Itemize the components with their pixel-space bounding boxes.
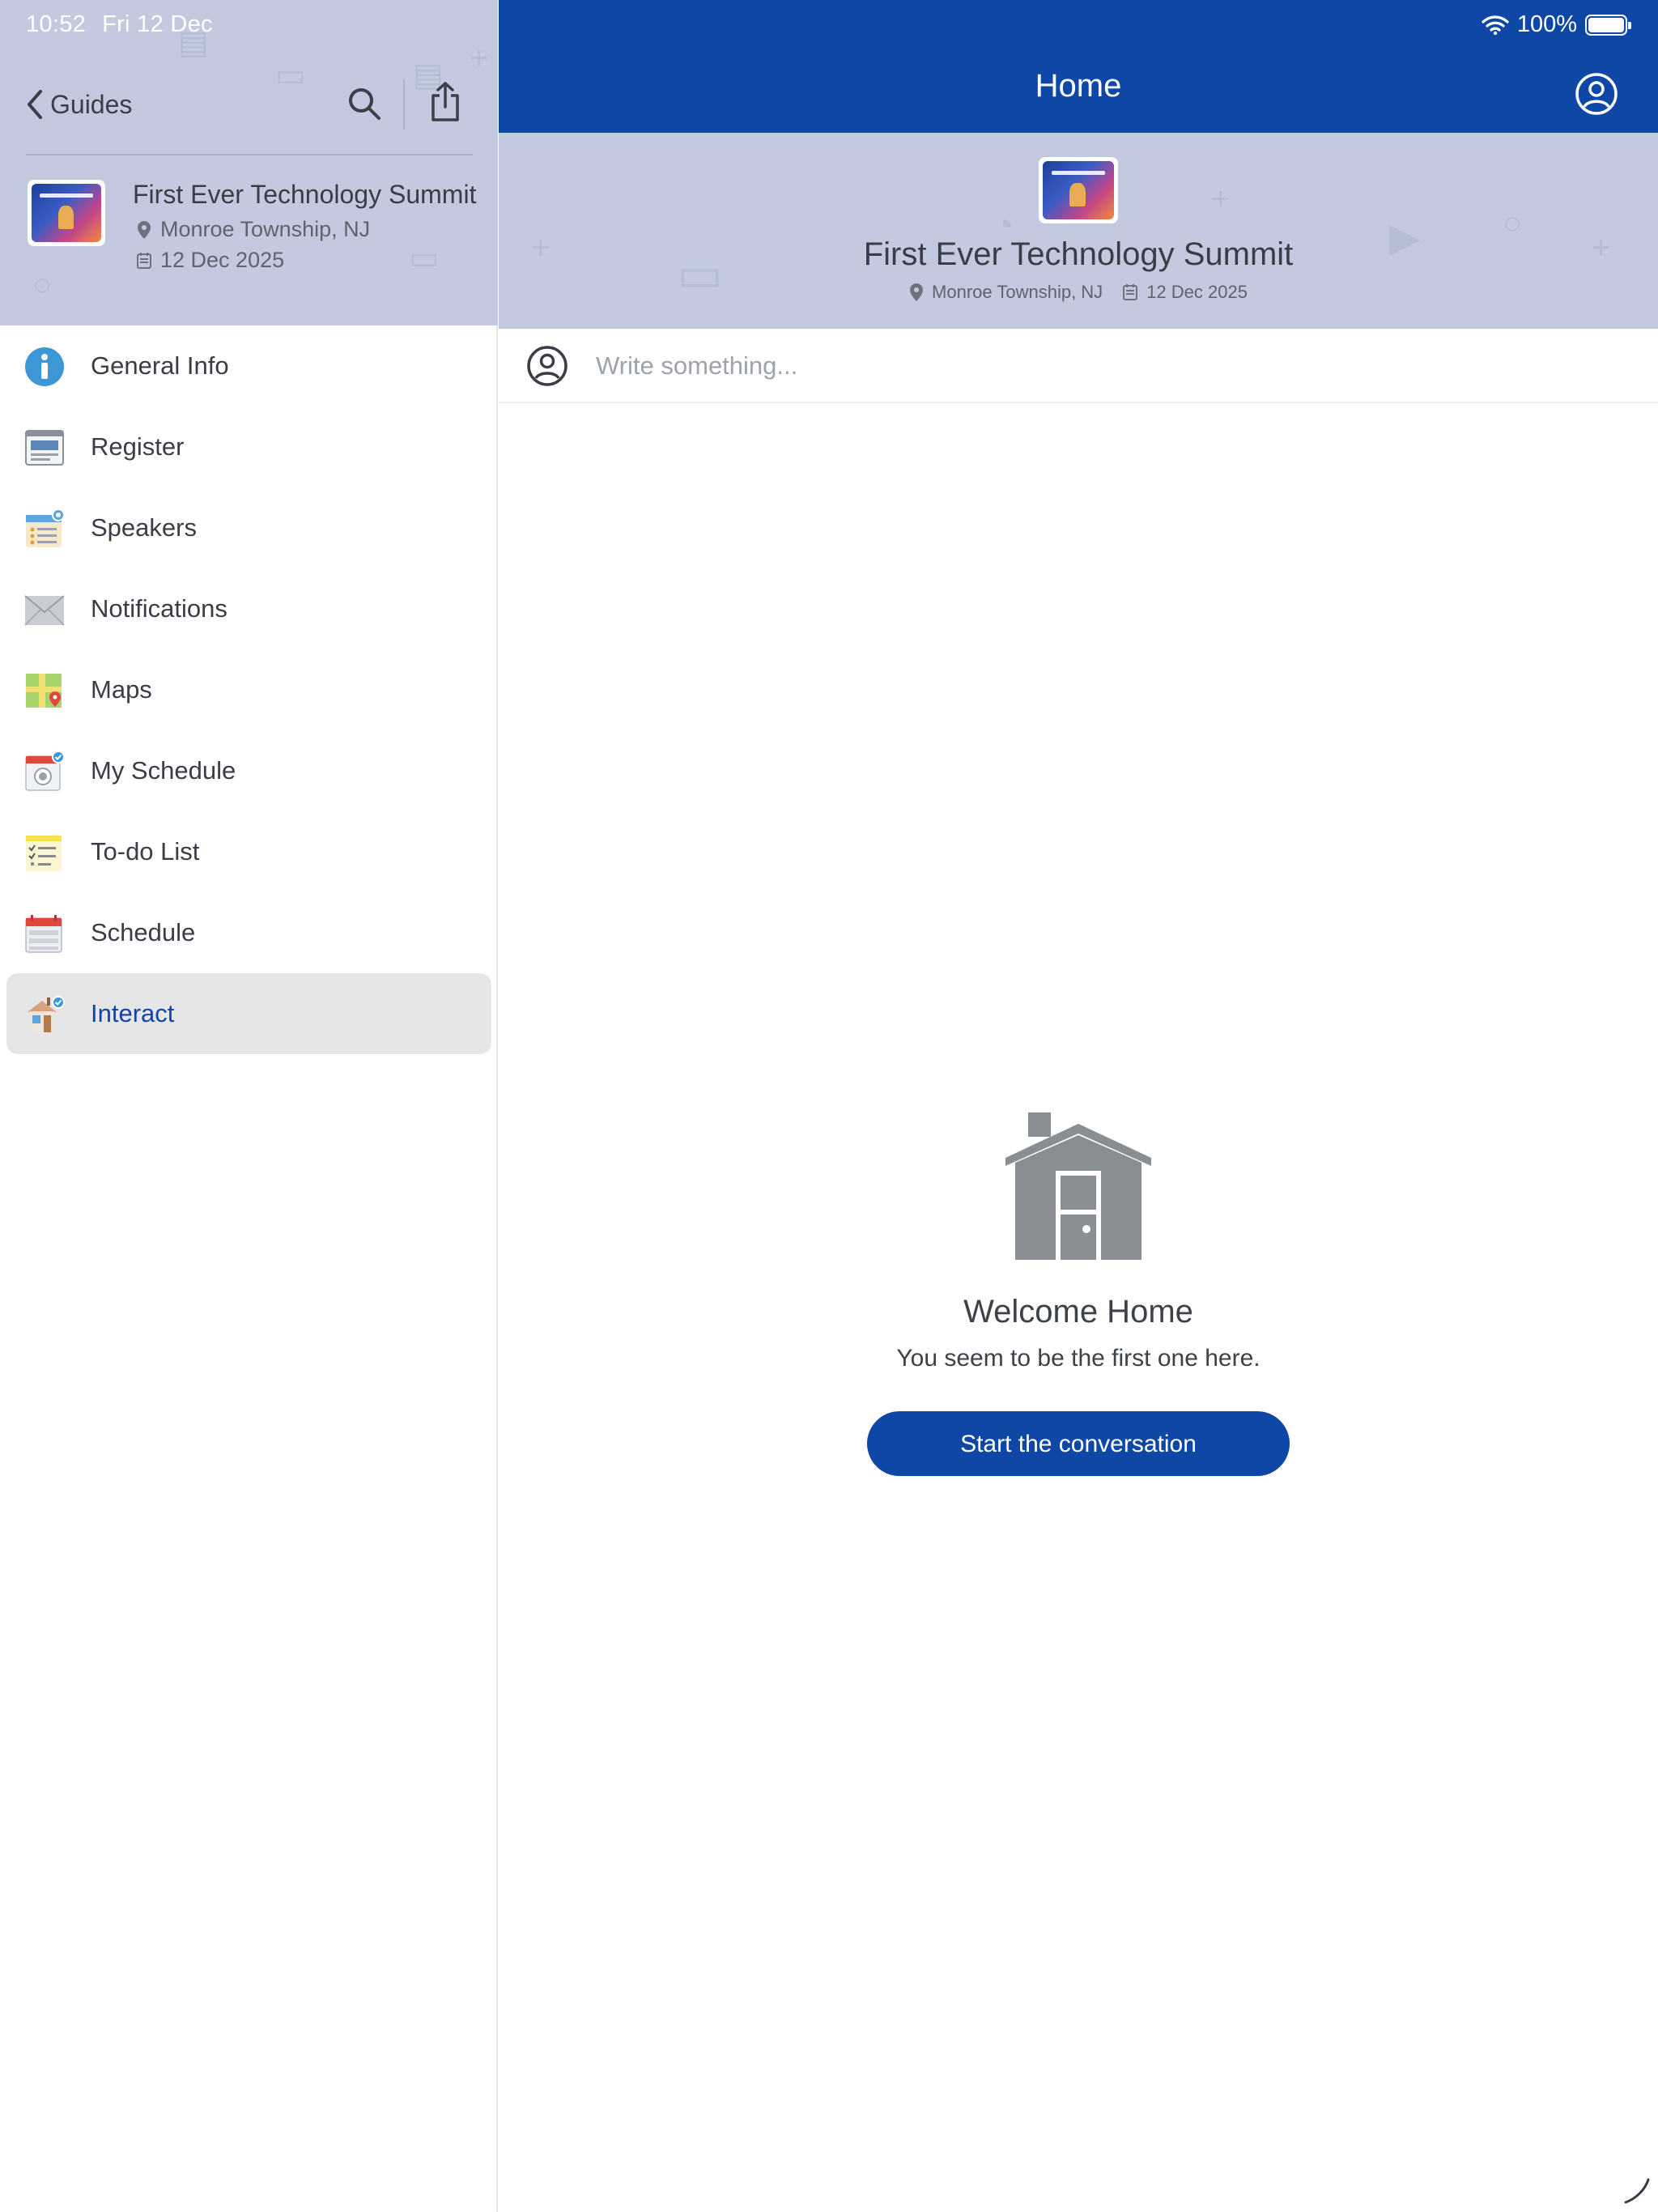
status-bar-right: 100% — [1482, 11, 1631, 38]
sidebar-item-todo-list[interactable]: To-do List — [0, 811, 498, 892]
map-pin-icon — [910, 283, 924, 301]
sidebar-item-my-schedule[interactable]: My Schedule — [0, 730, 498, 811]
top-navigation-bar: 100% Home — [499, 0, 1658, 133]
event-location: Monroe Township, NJ — [909, 282, 1103, 303]
decor-badge-icon: ▭ — [409, 240, 440, 276]
resize-handle-icon — [1624, 2178, 1650, 2204]
header-rule — [26, 154, 473, 155]
wifi-icon — [1482, 15, 1509, 35]
sidebar-item-maps[interactable]: Maps — [0, 649, 498, 730]
sidebar-item-label: To-do List — [91, 837, 200, 866]
sidebar-item-register[interactable]: Register — [0, 406, 498, 487]
header-divider — [403, 79, 405, 130]
event-location-text: Monroe Township, NJ — [160, 217, 371, 241]
decor-plus-icon: + — [470, 40, 489, 76]
chevron-left-icon — [28, 90, 42, 119]
event-date: 12 Dec 2025 — [1122, 282, 1248, 303]
sidebar-item-general-info[interactable]: General Info — [0, 325, 498, 406]
empty-state: Welcome Home You seem to be the first on… — [499, 1109, 1658, 1476]
sidebar-item-speakers[interactable]: Speakers — [0, 487, 498, 568]
decor-plus-icon: + — [1211, 181, 1231, 217]
event-title: First Ever Technology Summit — [863, 236, 1294, 272]
event-location: Monroe Township, NJ — [133, 217, 370, 242]
status-bar-time: 10:52 Fri 12 Dec — [26, 11, 229, 38]
share-button[interactable] — [423, 78, 468, 126]
calendar-small-icon — [1123, 284, 1138, 300]
user-avatar-icon — [527, 346, 568, 386]
event-banner: ▭ ◔ + ▶ ○ + + First Ever Technology Summ… — [499, 133, 1658, 329]
event-location-text: Monroe Township, NJ — [932, 282, 1103, 302]
sidebar-item-label: My Schedule — [91, 756, 236, 785]
sidebar-item-interact[interactable]: Interact — [6, 973, 491, 1054]
map-icon — [26, 674, 62, 708]
sidebar-item-label: Notifications — [91, 594, 227, 623]
decor-badge-icon: ▭ — [275, 57, 306, 93]
sidebar-item-label: Interact — [91, 999, 175, 1027]
search-icon — [349, 88, 380, 120]
my-schedule-icon — [25, 751, 65, 791]
sidebar: ▤ ▭ ▤ ○ ▭ + 10:52 Fri 12 Dec Guides First… — [0, 0, 498, 2212]
sidebar-item-schedule[interactable]: Schedule — [0, 892, 498, 973]
event-date-text: 12 Dec 2025 — [160, 248, 285, 272]
sidebar-item-label: Register — [91, 432, 185, 461]
event-date: 12 Dec 2025 — [133, 248, 284, 273]
info-icon — [25, 347, 64, 386]
page-title: Home — [1035, 68, 1122, 104]
calendar-icon — [25, 915, 62, 953]
todo-list-icon — [26, 836, 62, 871]
interact-icon — [28, 996, 65, 1032]
write-post-input[interactable] — [594, 347, 1606, 385]
search-button[interactable] — [342, 81, 387, 126]
sidebar-item-label: General Info — [91, 351, 229, 380]
sidebar-item-label: Speakers — [91, 513, 197, 542]
back-button-label: Guides — [50, 89, 133, 119]
sidebar-item-label: Schedule — [91, 918, 196, 946]
start-conversation-button[interactable]: Start the conversation — [867, 1411, 1290, 1476]
event-logo — [28, 180, 105, 246]
register-icon — [25, 430, 64, 466]
status-time: 10:52 — [26, 11, 87, 37]
envelope-icon — [24, 595, 65, 626]
calendar-small-icon — [133, 252, 155, 270]
decor-circle-icon: ○ — [32, 267, 53, 303]
speakers-icon — [26, 508, 65, 547]
back-button[interactable]: Guides — [24, 84, 132, 125]
empty-state-subtitle: You seem to be the first one here. — [896, 1345, 1261, 1372]
share-icon — [432, 82, 459, 121]
event-title: First Ever Technology Summit — [133, 180, 477, 209]
status-date: Fri 12 Dec — [102, 11, 213, 37]
event-meta: Monroe Township, NJ 12 Dec 2025 — [499, 282, 1658, 303]
battery-icon — [1585, 14, 1631, 36]
profile-button[interactable] — [1574, 71, 1619, 117]
sidebar-item-notifications[interactable]: Notifications — [0, 568, 498, 649]
battery-percent: 100% — [1516, 11, 1577, 37]
post-composer — [499, 329, 1658, 403]
event-date-text: 12 Dec 2025 — [1146, 282, 1248, 302]
house-icon — [1005, 1112, 1151, 1260]
empty-state-title: Welcome Home — [963, 1294, 1193, 1329]
sidebar-menu: General Info Register Speakers Notificat… — [0, 325, 498, 1054]
map-pin-icon — [133, 220, 155, 240]
sidebar-item-label: Maps — [91, 675, 152, 704]
sidebar-header: ▤ ▭ ▤ ○ ▭ + 10:52 Fri 12 Dec Guides First… — [0, 0, 498, 325]
event-logo — [1039, 157, 1118, 223]
